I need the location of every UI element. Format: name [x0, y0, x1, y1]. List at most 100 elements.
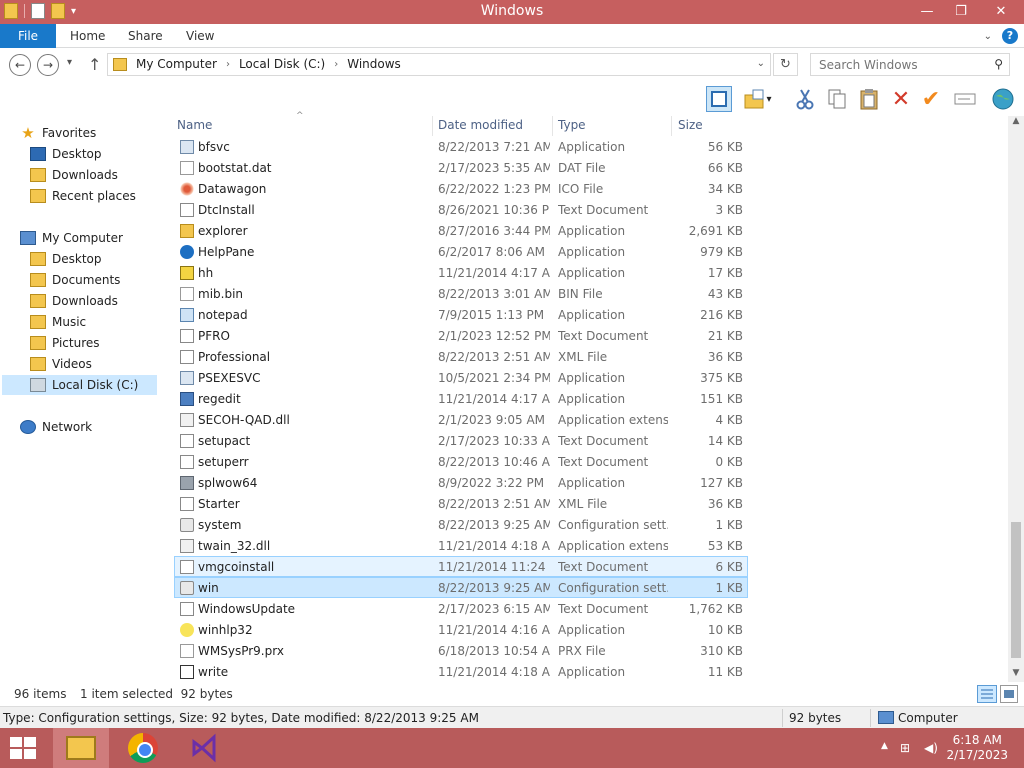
- file-size: 17 KB: [707, 266, 743, 280]
- file-row[interactable]: bfsvc 8/22/2013 7:21 AM Application 56 KB: [174, 136, 748, 157]
- network-icon[interactable]: ⊞: [900, 741, 910, 755]
- rename-icon[interactable]: [952, 86, 978, 112]
- nav-pc-videos[interactable]: Videos: [30, 354, 92, 374]
- show-hidden-icons-icon[interactable]: ▲: [881, 741, 888, 751]
- nav-fav-recent-places[interactable]: Recent places: [30, 186, 136, 206]
- file-row[interactable]: PSEXESVC 10/5/2021 2:34 PM Application 375 …: [174, 367, 748, 388]
- scroll-up-icon[interactable]: ▲: [1008, 116, 1024, 130]
- star-icon: ★: [21, 124, 35, 142]
- refresh-button[interactable]: ↻: [773, 53, 798, 76]
- help-icon[interactable]: ?: [1002, 28, 1018, 44]
- nav-fav-downloads[interactable]: Downloads: [30, 165, 118, 185]
- file-row[interactable]: WindowsUpdate 2/17/2023 6:15 AM Text Docum…: [174, 598, 748, 619]
- column-header-name[interactable]: Name: [177, 118, 432, 136]
- nav-network[interactable]: Network: [20, 417, 92, 437]
- column-divider[interactable]: [552, 116, 553, 136]
- tab-file[interactable]: File: [0, 24, 56, 48]
- file-row[interactable]: twain_32.dll 11/21/2014 4:18 AM Applicatio…: [174, 535, 748, 556]
- file-row[interactable]: explorer 8/27/2016 3:44 PM Application 2,69…: [174, 220, 748, 241]
- details-view-icon[interactable]: [977, 685, 997, 703]
- volume-icon[interactable]: ◀): [924, 741, 938, 755]
- delete-icon[interactable]: ✕: [888, 86, 914, 112]
- nav-favorites[interactable]: ★ Favorites: [20, 123, 96, 143]
- nav-fav-desktop[interactable]: Desktop: [30, 144, 102, 164]
- back-button[interactable]: ←: [9, 54, 31, 76]
- column-header-type[interactable]: Type: [558, 118, 668, 136]
- scroll-down-icon[interactable]: ▼: [1008, 668, 1024, 682]
- tab-share[interactable]: Share: [128, 24, 163, 48]
- taskbar-file-explorer[interactable]: [53, 728, 109, 768]
- file-row[interactable]: splwow64 8/9/2022 3:22 PM Application 127 K…: [174, 472, 748, 493]
- clock[interactable]: 6:18 AM 2/17/2023: [946, 733, 1008, 763]
- nav-pc-downloads[interactable]: Downloads: [30, 291, 118, 311]
- up-button[interactable]: ↑: [88, 55, 101, 74]
- address-dropdown-icon[interactable]: ⌄: [757, 58, 765, 69]
- large-icons-view-icon[interactable]: [1000, 685, 1018, 703]
- preview-pane-icon[interactable]: [706, 86, 732, 112]
- checkmark-icon[interactable]: ✔: [918, 86, 944, 112]
- column-header-date[interactable]: Date modified: [438, 118, 550, 136]
- new-folder-dropdown-icon[interactable]: ▾: [764, 86, 774, 112]
- search-box[interactable]: ⚲: [810, 53, 1010, 76]
- file-row[interactable]: hh 11/21/2014 4:17 AM Application 17 KB: [174, 262, 748, 283]
- nav-my-computer[interactable]: My Computer: [20, 228, 123, 248]
- search-input[interactable]: [811, 54, 987, 75]
- taskbar-chrome[interactable]: [115, 728, 171, 768]
- file-row[interactable]: mib.bin 8/22/2013 3:01 AM BIN File 43 KB: [174, 283, 748, 304]
- breadcrumb-windows[interactable]: Windows: [347, 57, 401, 71]
- file-date: 8/22/2013 3:01 AM: [438, 287, 550, 301]
- file-row[interactable]: bootstat.dat 2/17/2023 5:35 AM DAT File 66 …: [174, 157, 748, 178]
- file-row[interactable]: setuperr 8/22/2013 10:46 AM Text Document 0…: [174, 451, 748, 472]
- file-row[interactable]: Starter 8/22/2013 2:51 AM XML File 36 KB: [174, 493, 748, 514]
- tab-view[interactable]: View: [186, 24, 214, 48]
- column-header-size[interactable]: Size: [678, 118, 738, 136]
- file-row[interactable]: regedit 11/21/2014 4:17 AM Application 151 …: [174, 388, 748, 409]
- nav-pc-pictures[interactable]: Pictures: [30, 333, 100, 353]
- minimize-button[interactable]: —: [910, 0, 944, 22]
- globe-icon[interactable]: [990, 86, 1016, 112]
- search-icon[interactable]: ⚲: [994, 57, 1003, 71]
- start-button[interactable]: [10, 737, 36, 759]
- recent-locations-icon[interactable]: ▾: [67, 57, 72, 68]
- file-row[interactable]: setupact 2/17/2023 10:33 AM Text Document 1…: [174, 430, 748, 451]
- file-row[interactable]: PFRO 2/1/2023 12:52 PM Text Document 21 KB: [174, 325, 748, 346]
- nav-pc-local-disk[interactable]: Local Disk (C:): [2, 375, 157, 395]
- file-row[interactable]: Datawagon 6/22/2022 1:23 PM ICO File 34 KB: [174, 178, 748, 199]
- file-row[interactable]: DtcInstall 8/26/2021 10:36 PM Text Documen…: [174, 199, 748, 220]
- ribbon-collapse-icon[interactable]: ⌄: [984, 31, 992, 42]
- close-button[interactable]: ✕: [978, 0, 1024, 22]
- file-row[interactable]: vmgcoinstall 11/21/2014 11:24 ... Text Doc…: [174, 556, 748, 577]
- column-divider[interactable]: [432, 116, 433, 136]
- scrollbar-thumb[interactable]: [1011, 522, 1021, 658]
- file-row[interactable]: SECOH-QAD.dll 2/1/2023 9:05 AM Application…: [174, 409, 748, 430]
- file-row[interactable]: winhlp32 11/21/2014 4:16 AM Application 10 …: [174, 619, 748, 640]
- nav-pc-documents[interactable]: Documents: [30, 270, 120, 290]
- tab-home[interactable]: Home: [70, 24, 105, 48]
- forward-button[interactable]: →: [37, 54, 59, 76]
- file-row[interactable]: system 8/22/2013 9:25 AM Configuration set…: [174, 514, 748, 535]
- breadcrumb-local-disk[interactable]: Local Disk (C:): [239, 57, 325, 71]
- file-row[interactable]: WMSysPr9.prx 6/18/2013 10:54 AM PRX File 31…: [174, 640, 748, 661]
- vertical-scrollbar[interactable]: ▲ ▼: [1008, 116, 1024, 682]
- breadcrumb-separator-icon[interactable]: ›: [226, 59, 230, 70]
- copy-icon[interactable]: [824, 86, 850, 112]
- nav-item-label: Pictures: [52, 336, 100, 350]
- nav-pc-music[interactable]: Music: [30, 312, 86, 332]
- file-row[interactable]: Professional 8/22/2013 2:51 AM XML File 36 …: [174, 346, 748, 367]
- breadcrumb-separator-icon[interactable]: ›: [334, 59, 338, 70]
- address-bar[interactable]: My Computer › Local Disk (C:) › Windows …: [107, 53, 771, 76]
- paste-icon[interactable]: [856, 86, 882, 112]
- file-row[interactable]: write 11/21/2014 4:18 AM Application 11 KB: [174, 661, 748, 682]
- clock-time: 6:18 AM: [952, 733, 1002, 747]
- column-divider[interactable]: [671, 116, 672, 136]
- maximize-button[interactable]: ❐: [944, 0, 978, 22]
- file-type: Application: [558, 308, 626, 322]
- taskbar-visual-studio[interactable]: [177, 728, 233, 768]
- nav-pc-desktop[interactable]: Desktop: [30, 249, 102, 269]
- folder-icon: [113, 58, 127, 71]
- file-row[interactable]: HelpPane 6/2/2017 8:06 AM Application 979 K…: [174, 241, 748, 262]
- file-row[interactable]: notepad 7/9/2015 1:13 PM Application 216 KB: [174, 304, 748, 325]
- cut-icon[interactable]: [792, 86, 818, 112]
- breadcrumb-my-computer[interactable]: My Computer: [136, 57, 217, 71]
- file-row[interactable]: win 8/22/2013 9:25 AM Configuration sett..…: [174, 577, 748, 598]
